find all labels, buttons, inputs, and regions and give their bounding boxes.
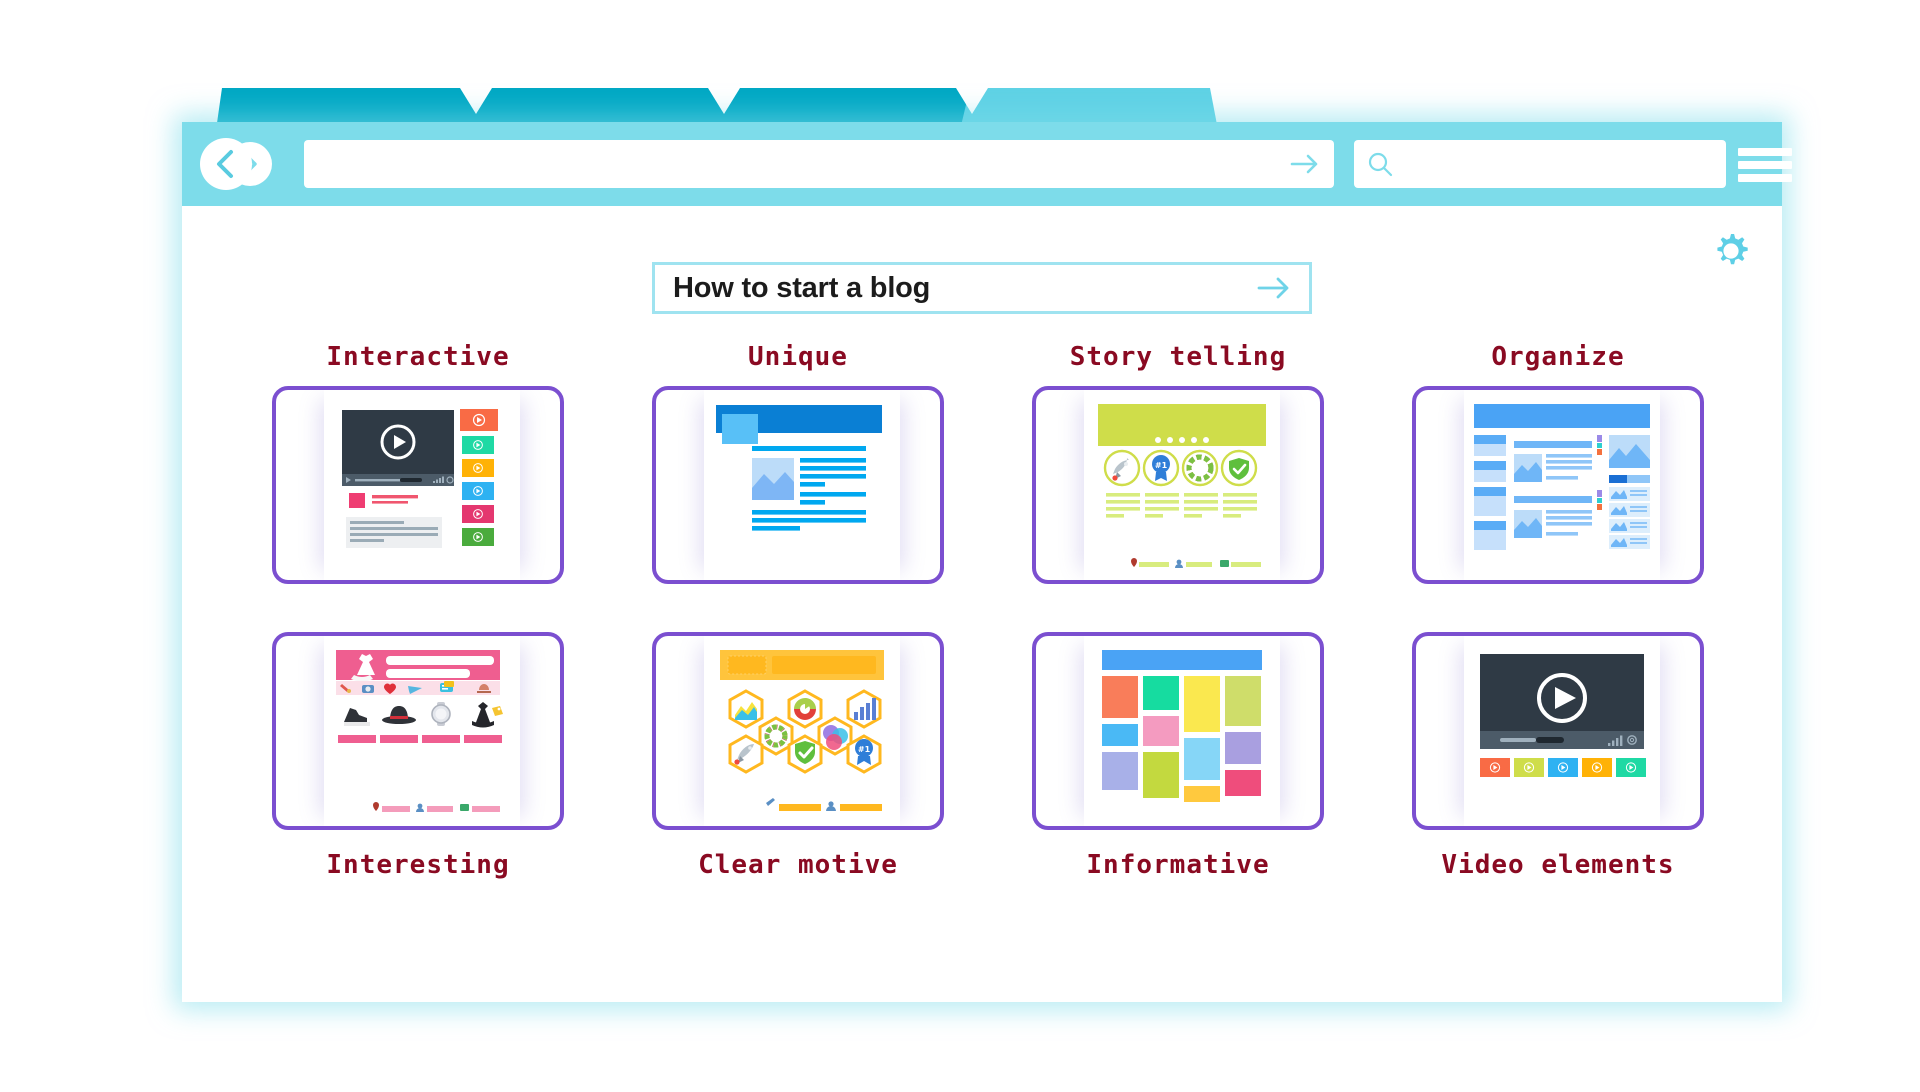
footer-row [766, 798, 882, 811]
product-grid [338, 698, 503, 743]
card-inner [1464, 390, 1660, 580]
card-inner [324, 390, 520, 580]
card-inner [324, 636, 520, 826]
arrow-right-icon[interactable] [1290, 153, 1320, 175]
feature-icon-people [1181, 449, 1219, 487]
blog-query-value: How to start a blog [673, 271, 931, 304]
search-input[interactable] [1354, 140, 1726, 188]
card-label-informative: Informative [1086, 850, 1270, 880]
feature-icon-shield [1220, 449, 1258, 487]
card-label-story-telling: Story telling [1069, 342, 1287, 372]
card-cell-organize: Organize [1368, 342, 1748, 612]
card-inner [1464, 636, 1660, 826]
svg-text:#1: #1 [858, 745, 871, 754]
feature-icon-badge: #1 [1142, 449, 1180, 487]
feature-icon-rocket [1103, 449, 1141, 487]
card-interesting[interactable] [272, 632, 564, 830]
back-button[interactable] [200, 138, 252, 190]
video-player-layout [1480, 654, 1646, 777]
hex-chart-area [728, 689, 764, 729]
card-cell-clear-motive: #1 Clear motive [608, 612, 988, 882]
card-interactive[interactable] [272, 386, 564, 584]
card-unique[interactable] [652, 386, 944, 584]
url-input[interactable] [304, 140, 1334, 188]
card-label-unique: Unique [748, 342, 848, 372]
hamburger-bar-3 [1738, 174, 1792, 182]
blue-article-layout [716, 405, 882, 531]
card-inner: #1 [1084, 390, 1280, 580]
card-label-clear-motive: Clear motive [698, 850, 898, 880]
card-label-interesting: Interesting [326, 850, 510, 880]
hexagon-icons-layout: #1 [720, 650, 884, 811]
footer-row [1131, 558, 1261, 568]
arrow-right-icon[interactable] [1257, 275, 1291, 301]
fashion-store-layout [336, 650, 503, 812]
card-cell-story-telling: Story telling #1 [988, 342, 1368, 612]
card-label-video-elements: Video elements [1441, 850, 1675, 880]
cards-grid: Interactive Unique Story telling #1 Orga… [228, 342, 1748, 882]
hamburger-menu-icon[interactable] [1738, 148, 1792, 182]
card-inner [704, 390, 900, 580]
card-story-telling[interactable]: #1 [1032, 386, 1324, 584]
screenshot-root: How to start a blog Interactive Unique S… [0, 0, 1920, 1092]
multi-column-layout [1474, 404, 1650, 550]
card-cell-video-elements: Video elements [1368, 612, 1748, 882]
svg-text:#1: #1 [1155, 461, 1168, 470]
blog-query-input[interactable]: How to start a blog [652, 262, 1312, 314]
card-label-organize: Organize [1491, 342, 1625, 372]
magnifier-icon [1368, 152, 1393, 177]
video-playlist-layout [342, 409, 498, 548]
footer-row [373, 802, 500, 812]
card-video-elements[interactable] [1412, 632, 1704, 830]
card-informative[interactable] [1032, 632, 1324, 830]
hamburger-bar-2 [1738, 161, 1792, 169]
card-cell-informative: Informative [988, 612, 1368, 882]
browser-toolbar [182, 122, 1792, 206]
card-organize[interactable] [1412, 386, 1704, 584]
page-viewport: How to start a blog Interactive Unique S… [182, 206, 1782, 1002]
card-inner [1084, 636, 1280, 826]
navigation-buttons [196, 134, 288, 194]
nav-icons-svg [200, 138, 272, 190]
playlist-thumbnails [460, 409, 498, 546]
gear-icon[interactable] [1708, 228, 1754, 274]
card-cell-interactive: Interactive [228, 342, 608, 612]
hamburger-bar-1 [1738, 148, 1792, 156]
card-label-interactive: Interactive [326, 342, 510, 372]
card-cell-interesting: Interesting [228, 612, 608, 882]
donut-chart-icon [794, 698, 816, 720]
video-thumbnail-strip [1480, 758, 1646, 777]
masonry-grid-layout [1102, 650, 1262, 802]
card-clear-motive[interactable]: #1 [652, 632, 944, 830]
feature-icons-layout: #1 [1098, 404, 1266, 568]
card-cell-unique: Unique [608, 342, 988, 612]
card-inner: #1 [704, 636, 900, 826]
